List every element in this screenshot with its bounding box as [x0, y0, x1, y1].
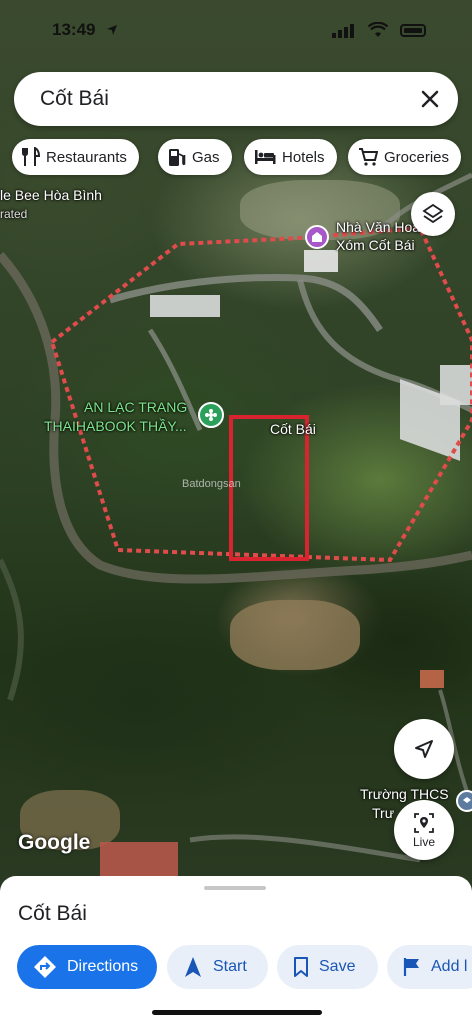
chip-label: Hotels [282, 148, 325, 166]
directions-icon [34, 956, 56, 978]
search-query[interactable]: Cốt Bái [40, 87, 109, 111]
chip-hotels[interactable]: Hotels [244, 139, 337, 175]
cart-icon [359, 148, 378, 166]
map-label-rated: rated [0, 207, 28, 221]
chip-restaurants[interactable]: Restaurants [12, 139, 139, 175]
wifi-icon [368, 22, 388, 37]
close-icon[interactable] [416, 85, 444, 113]
navigation-arrow-icon [415, 740, 433, 758]
bed-icon [255, 150, 276, 164]
map-label-thaihabook[interactable]: THAIHABOOK THẦY... [44, 418, 187, 434]
search-bar[interactable]: Cốt Bái [14, 72, 458, 126]
school-pin[interactable] [456, 790, 472, 812]
map-label-cot-bai[interactable]: Cốt Bái [270, 421, 316, 437]
chip-gas[interactable]: Gas [158, 139, 232, 175]
google-logo: Google [18, 831, 91, 854]
add-label-text: Add l [431, 958, 468, 975]
map-label-truong-2[interactable]: Trư [372, 805, 394, 821]
live-label: Live [412, 834, 435, 849]
attraction-pin[interactable] [198, 402, 224, 428]
cellular-signal-icon [332, 24, 354, 38]
map-label-bee: le Bee Hòa Bình [0, 187, 102, 203]
chip-label: Restaurants [46, 148, 127, 166]
directions-button[interactable]: Directions [17, 945, 157, 989]
battery-icon [400, 24, 426, 37]
chip-groceries[interactable]: Groceries [348, 139, 462, 175]
chip-label: Gas [192, 148, 220, 166]
save-label: Save [319, 958, 356, 975]
live-view-icon [414, 812, 434, 833]
flower-icon [205, 409, 217, 421]
school-icon [463, 797, 471, 803]
navigation-arrow-icon [185, 957, 201, 977]
directions-label: Directions [67, 958, 139, 975]
status-bar: 13:49 [0, 18, 472, 46]
bookmark-icon [294, 957, 308, 977]
map-label-an-lac-trang[interactable]: AN LẠC TRANG [84, 399, 187, 415]
watermark: Batdongsan [182, 478, 241, 490]
status-time: 13:49 [52, 20, 96, 39]
chip-label: Groceries [384, 148, 450, 166]
gas-pump-icon [169, 149, 186, 166]
save-button[interactable]: Save [277, 945, 378, 989]
start-button[interactable]: Start [167, 945, 268, 989]
layers-button[interactable] [411, 192, 455, 236]
add-label-button[interactable]: Add l [387, 945, 472, 989]
flag-icon [403, 958, 419, 976]
map-label-xom-cot-bai[interactable]: Xóm Cốt Bái [336, 237, 415, 253]
start-label: Start [213, 958, 247, 975]
drag-handle[interactable] [204, 886, 266, 890]
map-label-truong-thcs[interactable]: Trường THCS [360, 786, 449, 802]
place-title: Cốt Bái [18, 902, 87, 925]
place-sheet[interactable]: Cốt Bái Directions Start Save Add l [0, 876, 472, 1024]
location-arrow-icon [107, 25, 117, 35]
live-view-button[interactable]: Live [394, 800, 454, 860]
layers-icon [422, 203, 444, 224]
home-indicator[interactable] [152, 1010, 322, 1015]
building-icon [312, 232, 322, 242]
map-label-nha-van-hoa[interactable]: Nhà Văn Hoá [336, 219, 420, 235]
category-chips: Restaurants Gas Hotels Groceries [12, 139, 472, 175]
my-location-button[interactable] [394, 719, 454, 779]
fork-knife-icon [22, 147, 40, 166]
community-house-pin[interactable] [305, 225, 329, 249]
